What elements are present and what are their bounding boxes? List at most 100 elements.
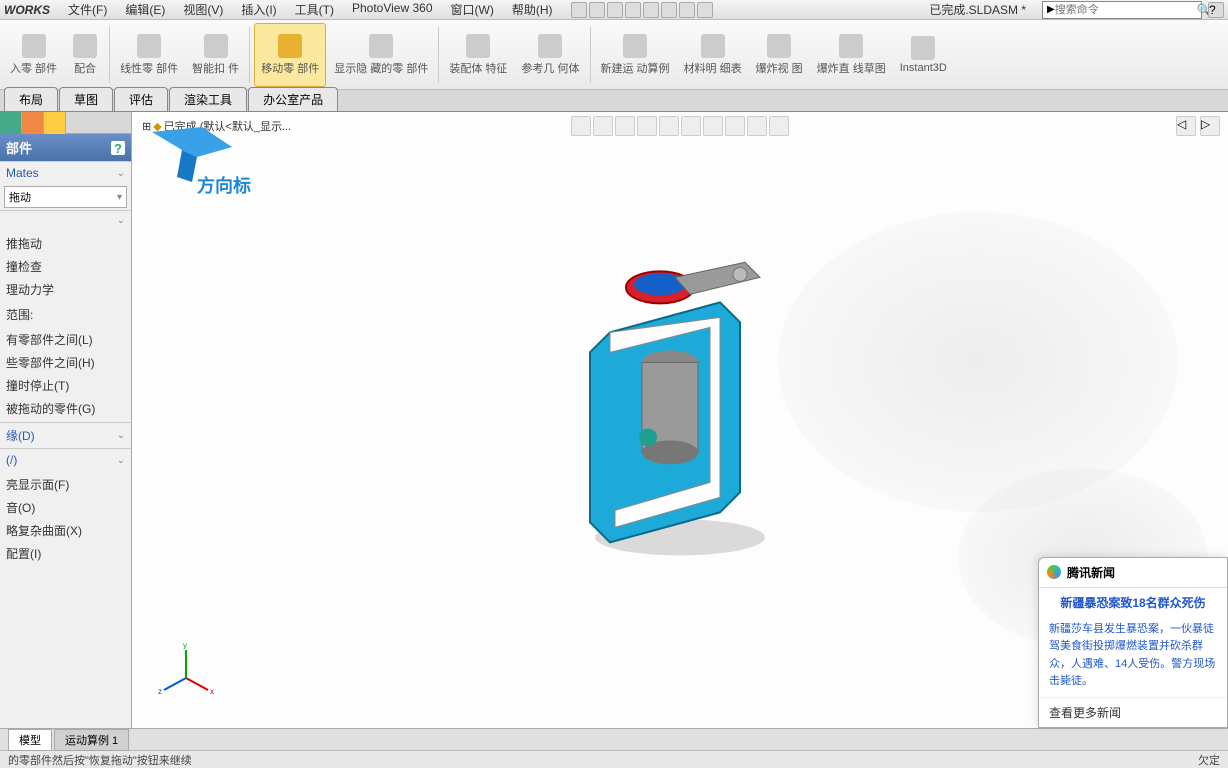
- rb-smart[interactable]: 智能扣 件: [186, 23, 245, 87]
- menu-file[interactable]: 文件(F): [60, 0, 115, 20]
- tab-office[interactable]: 办公室产品: [248, 87, 338, 111]
- opt-some[interactable]: 些零部件之间(H): [0, 351, 131, 374]
- bg-deco: [778, 212, 1178, 512]
- insert-comp-icon: [22, 34, 46, 58]
- menu-photoview[interactable]: PhotoView 360: [344, 0, 441, 20]
- linear-icon: [137, 34, 161, 58]
- opt-stop[interactable]: 撞时停止(T): [0, 374, 131, 397]
- undo-icon[interactable]: [643, 2, 659, 18]
- display-style-icon[interactable]: [681, 116, 701, 136]
- save-icon[interactable]: [607, 2, 623, 18]
- rb-mate[interactable]: 配合: [65, 23, 105, 87]
- section-n[interactable]: (/)⌄: [0, 448, 131, 471]
- prev-icon[interactable]: ◁: [1176, 116, 1196, 136]
- triad[interactable]: x y z: [156, 638, 216, 698]
- render-icon[interactable]: [769, 116, 789, 136]
- view-toolbar: [571, 116, 789, 136]
- rb-insert-comp[interactable]: 入零 部件: [4, 23, 63, 87]
- next-icon[interactable]: ▷: [1200, 116, 1220, 136]
- section-collapse1[interactable]: ⌄: [0, 210, 131, 230]
- status-right: 欠定: [1198, 752, 1220, 768]
- rb-motion[interactable]: 新建运 动算例: [595, 23, 676, 87]
- svg-text:z: z: [158, 687, 162, 696]
- menu-edit[interactable]: 编辑(E): [117, 0, 173, 20]
- section-icon[interactable]: [637, 116, 657, 136]
- zoom-fit-icon[interactable]: [571, 116, 591, 136]
- options-icon[interactable]: [697, 2, 713, 18]
- ribbon-sep: [590, 27, 591, 83]
- menu-view[interactable]: 视图(V): [175, 0, 231, 20]
- svg-text:x: x: [210, 687, 214, 696]
- rb-refgeo[interactable]: 参考几 何体: [515, 23, 585, 87]
- opt-config[interactable]: 配置(I): [0, 542, 131, 565]
- rb-showhide[interactable]: 显示隐 藏的零 部件: [328, 23, 434, 87]
- zoom-area-icon[interactable]: [593, 116, 613, 136]
- ribbon-sep: [438, 27, 439, 83]
- scene-icon[interactable]: [747, 116, 767, 136]
- select-icon[interactable]: [661, 2, 677, 18]
- menu-window[interactable]: 窗口(W): [443, 0, 502, 20]
- smart-icon: [204, 34, 228, 58]
- run-icon: ▶: [1047, 4, 1055, 15]
- opt-dynamics[interactable]: 理动力学: [0, 278, 131, 301]
- search-input[interactable]: [1055, 4, 1197, 16]
- status-bar: 的零部件然后按"恢复拖动"按钮来继续 欠定: [0, 750, 1228, 768]
- move-icon: [278, 34, 302, 58]
- section-mates[interactable]: Mates⌄: [0, 161, 131, 184]
- view-orient-icon[interactable]: [659, 116, 679, 136]
- hide-show-icon[interactable]: [703, 116, 723, 136]
- tab-sketch[interactable]: 草图: [59, 87, 113, 111]
- model-3d[interactable]: [560, 242, 800, 565]
- help-pin-icon[interactable]: ?: [111, 141, 125, 155]
- rb-bom[interactable]: 材料明 细表: [678, 23, 748, 87]
- bottom-tabs: 模型 运动算例 1: [0, 728, 1228, 750]
- rb-explline[interactable]: 爆炸直 线草图: [811, 23, 892, 87]
- opt-collision[interactable]: 撞检查: [0, 255, 131, 278]
- opt-push[interactable]: 推拖动: [0, 232, 131, 255]
- panel-tab-display[interactable]: [22, 112, 44, 134]
- open-icon[interactable]: [589, 2, 605, 18]
- chevron-down-icon: ▾: [117, 192, 122, 203]
- menu-help[interactable]: 帮助(H): [504, 0, 561, 20]
- panel-tab-feature[interactable]: [0, 112, 22, 134]
- explode-icon: [767, 34, 791, 58]
- menu-insert[interactable]: 插入(I): [233, 0, 284, 20]
- opt-hi[interactable]: 亮显示面(F): [0, 473, 131, 496]
- panel-tab-config[interactable]: [44, 112, 66, 134]
- search-box[interactable]: ▶ 🔍: [1042, 1, 1202, 19]
- tab-strip: 布局 草图 评估 渲染工具 办公室产品: [0, 90, 1228, 112]
- showhide-icon: [369, 34, 393, 58]
- tab-layout[interactable]: 布局: [4, 87, 58, 111]
- prev-view-icon[interactable]: [615, 116, 635, 136]
- quick-toolbar: [571, 2, 713, 18]
- opt-dragged[interactable]: 被拖动的零件(G): [0, 397, 131, 420]
- print-icon[interactable]: [625, 2, 641, 18]
- doc-name: 已完成.SLDASM *: [929, 1, 1026, 18]
- news-title[interactable]: 新疆暴恐案致18名群众死伤: [1039, 588, 1227, 617]
- chevron-down-icon: ⌄: [117, 168, 125, 179]
- rb-asmfeat[interactable]: 装配体 特征: [443, 23, 513, 87]
- dropdown-drag[interactable]: 拖动▾: [4, 186, 127, 208]
- ribbon-sep: [109, 27, 110, 83]
- rb-explode[interactable]: 爆炸视 图: [750, 23, 809, 87]
- appearance-icon[interactable]: [725, 116, 745, 136]
- section-d[interactable]: 缘(D)⌄: [0, 422, 131, 448]
- menu-tools[interactable]: 工具(T): [287, 0, 342, 20]
- help-icon[interactable]: ?: [1208, 2, 1224, 18]
- btab-motion[interactable]: 运动算例 1: [54, 729, 129, 751]
- btab-model[interactable]: 模型: [8, 729, 52, 751]
- ribbon: 入零 部件 配合 线性零 部件 智能扣 件 移动零 部件 显示隐 藏的零 部件 …: [0, 20, 1228, 90]
- opt-sound[interactable]: 音(O): [0, 496, 131, 519]
- opt-ignore[interactable]: 略复杂曲面(X): [0, 519, 131, 542]
- rb-move[interactable]: 移动零 部件: [254, 23, 326, 87]
- tab-evaluate[interactable]: 评估: [114, 87, 168, 111]
- news-more[interactable]: 查看更多新闻: [1039, 697, 1227, 727]
- rb-instant3d[interactable]: Instant3D: [894, 23, 953, 87]
- opt-all[interactable]: 有零部件之间(L): [0, 328, 131, 351]
- rb-linear[interactable]: 线性零 部件: [114, 23, 184, 87]
- explline-icon: [839, 34, 863, 58]
- rebuild-icon[interactable]: [679, 2, 695, 18]
- tab-render[interactable]: 渲染工具: [169, 87, 247, 111]
- new-icon[interactable]: [571, 2, 587, 18]
- motion-icon: [623, 34, 647, 58]
